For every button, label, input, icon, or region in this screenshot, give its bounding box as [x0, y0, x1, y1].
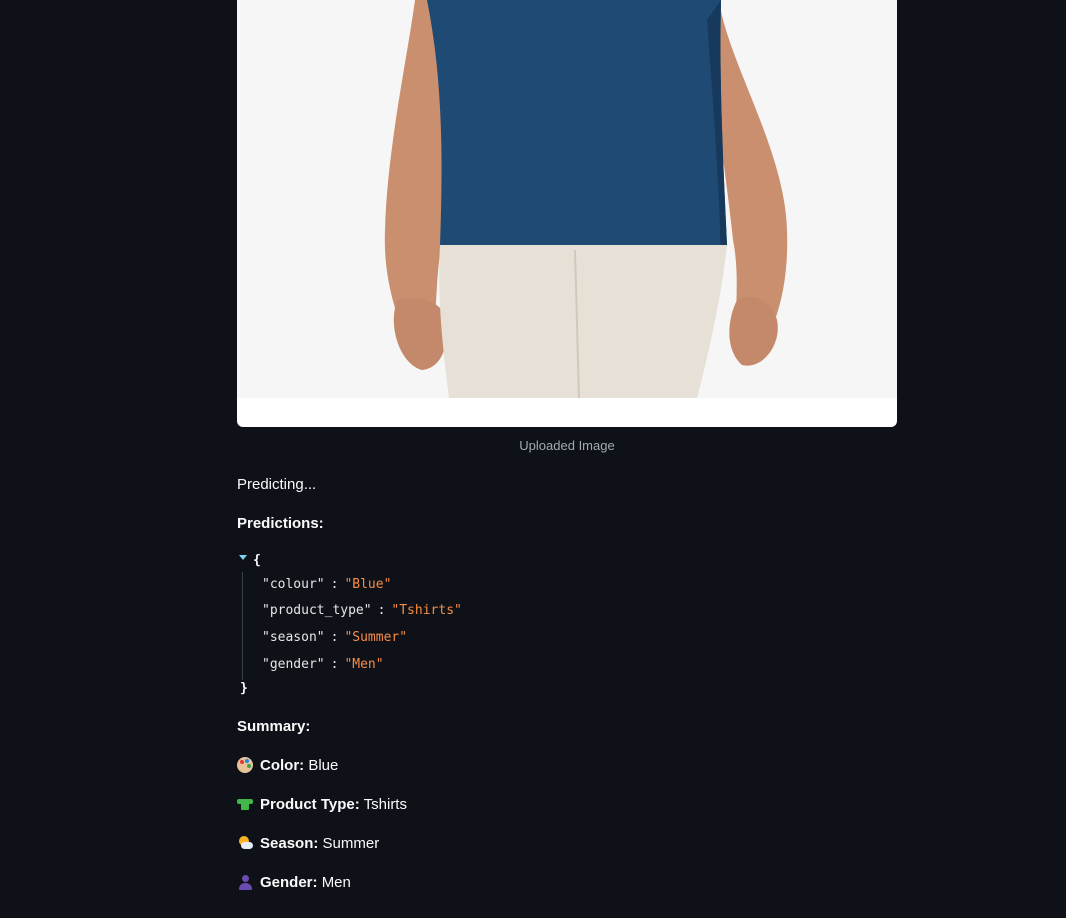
sun-behind-cloud-icon: [237, 835, 253, 851]
json-open-brace: {: [253, 553, 261, 568]
json-value: "Tshirts": [391, 603, 462, 618]
json-key: "gender": [262, 657, 325, 672]
uploaded-image-card: [237, 0, 897, 427]
json-key: "season": [262, 630, 325, 645]
predictions-heading: Predictions:: [237, 515, 324, 532]
summary-value: Blue: [308, 757, 339, 774]
summary-label: Season:: [260, 835, 319, 852]
json-entry: "season": "Summer": [262, 630, 408, 645]
json-entry: "product_type": "Tshirts": [262, 603, 462, 618]
summary-value: Summer: [322, 835, 380, 852]
summary-value: Tshirts: [363, 796, 407, 813]
collapse-toggle-icon[interactable]: [239, 555, 247, 560]
summary-gender: Gender: Men: [237, 873, 351, 893]
json-value: "Summer": [344, 630, 408, 645]
image-caption: Uploaded Image: [519, 438, 615, 453]
summary-heading: Summary:: [237, 718, 311, 735]
json-entry: "colour": "Blue": [262, 577, 392, 592]
palette-icon: [237, 757, 253, 773]
summary-season: Season: Summer: [237, 834, 379, 854]
json-close-brace: }: [240, 681, 248, 696]
json-value: "Men": [344, 657, 384, 672]
json-key: "product_type": [262, 603, 372, 618]
summary-color: Color: Blue: [237, 756, 338, 776]
summary-label: Color:: [260, 757, 305, 774]
tshirt-icon: [237, 796, 253, 812]
json-entry: "gender": "Men": [262, 657, 384, 672]
person-icon: [237, 874, 253, 890]
main-content: Uploaded Image Predicting... Predictions…: [237, 0, 897, 891]
predicting-status: Predicting...: [237, 476, 317, 493]
summary-product-type: Product Type: Tshirts: [237, 795, 407, 815]
summary-value: Men: [321, 874, 351, 891]
summary-label: Gender:: [260, 874, 318, 891]
summary-label: Product Type:: [260, 796, 360, 813]
json-key: "colour": [262, 577, 325, 592]
uploaded-image: [237, 0, 897, 398]
json-indent-guide: [242, 572, 243, 680]
json-value: "Blue": [344, 577, 392, 592]
